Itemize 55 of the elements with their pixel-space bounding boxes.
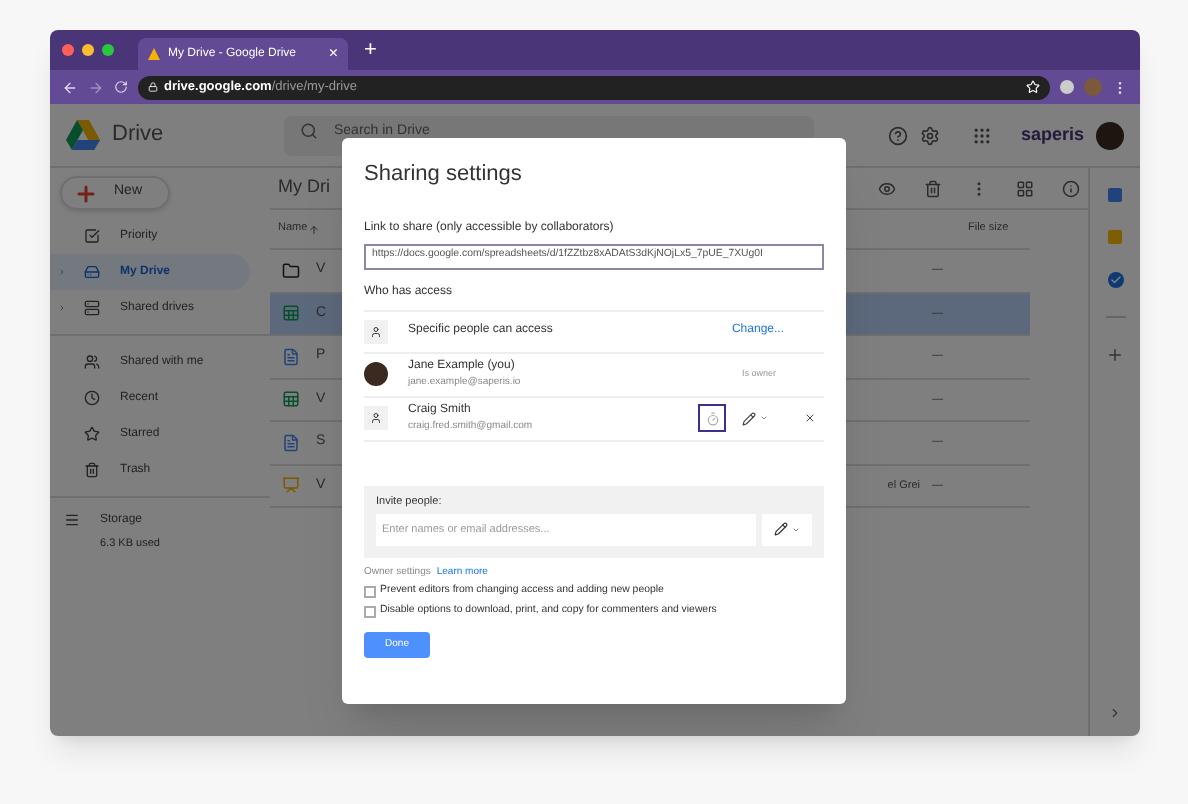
dialog-title: Sharing settings (364, 160, 524, 190)
info-icon[interactable] (1062, 179, 1080, 197)
brand-name: saperis (1020, 121, 1084, 148)
pencil-icon (742, 411, 756, 425)
priority-icon (84, 228, 100, 244)
new-tab-button[interactable]: + (364, 39, 377, 61)
grid-view-icon[interactable] (1016, 179, 1034, 197)
document-icon (282, 347, 300, 366)
reload-icon[interactable] (114, 80, 128, 94)
close-window-button[interactable] (62, 44, 74, 56)
shared-drives-icon (84, 300, 100, 316)
spreadsheet-icon (282, 304, 300, 323)
sort-arrow-icon[interactable] (308, 224, 320, 236)
minimize-window-button[interactable] (82, 44, 94, 56)
page-title: My Dri (278, 174, 330, 201)
tasks-icon[interactable] (1107, 272, 1123, 288)
user-avatar (364, 362, 388, 386)
clock-icon (84, 390, 100, 406)
preview-icon[interactable] (878, 179, 896, 197)
maximize-window-button[interactable] (102, 44, 114, 56)
permission-dropdown[interactable] (762, 513, 812, 546)
app-name: Drive (112, 120, 166, 151)
trash-icon[interactable] (924, 179, 942, 197)
presentation-icon (282, 476, 300, 495)
checkbox[interactable] (364, 605, 376, 618)
person-icon (370, 325, 382, 337)
remove-icon[interactable] (804, 412, 816, 424)
user-avatar[interactable] (1096, 121, 1124, 149)
expiry-timer-button[interactable] (698, 404, 726, 432)
back-icon[interactable] (62, 79, 78, 95)
pencil-icon (774, 522, 788, 537)
tab-close-button[interactable]: × (328, 46, 338, 62)
lock-icon (148, 82, 158, 92)
document-icon (282, 433, 300, 452)
apps-grid-icon[interactable] (972, 125, 993, 145)
drive-logo-icon (66, 120, 100, 150)
storage-icon (64, 512, 80, 528)
folder-icon (282, 261, 300, 280)
timer-icon (705, 411, 719, 425)
help-icon[interactable] (888, 125, 909, 145)
trash-icon (84, 462, 100, 478)
add-icon[interactable] (1106, 346, 1124, 364)
person-icon (370, 412, 382, 424)
bookmark-star-icon[interactable] (1026, 80, 1040, 94)
plus-icon (74, 181, 98, 205)
search-icon (300, 121, 318, 139)
extension-icon[interactable] (1060, 80, 1074, 94)
checkbox[interactable] (364, 586, 376, 599)
people-icon (84, 354, 100, 370)
star-icon (84, 426, 100, 442)
drive-icon (84, 264, 100, 280)
spreadsheet-icon (282, 390, 300, 409)
drive-logo-icon (148, 48, 160, 60)
expand-panel-icon[interactable] (1108, 706, 1122, 720)
settings-icon[interactable] (920, 125, 941, 145)
